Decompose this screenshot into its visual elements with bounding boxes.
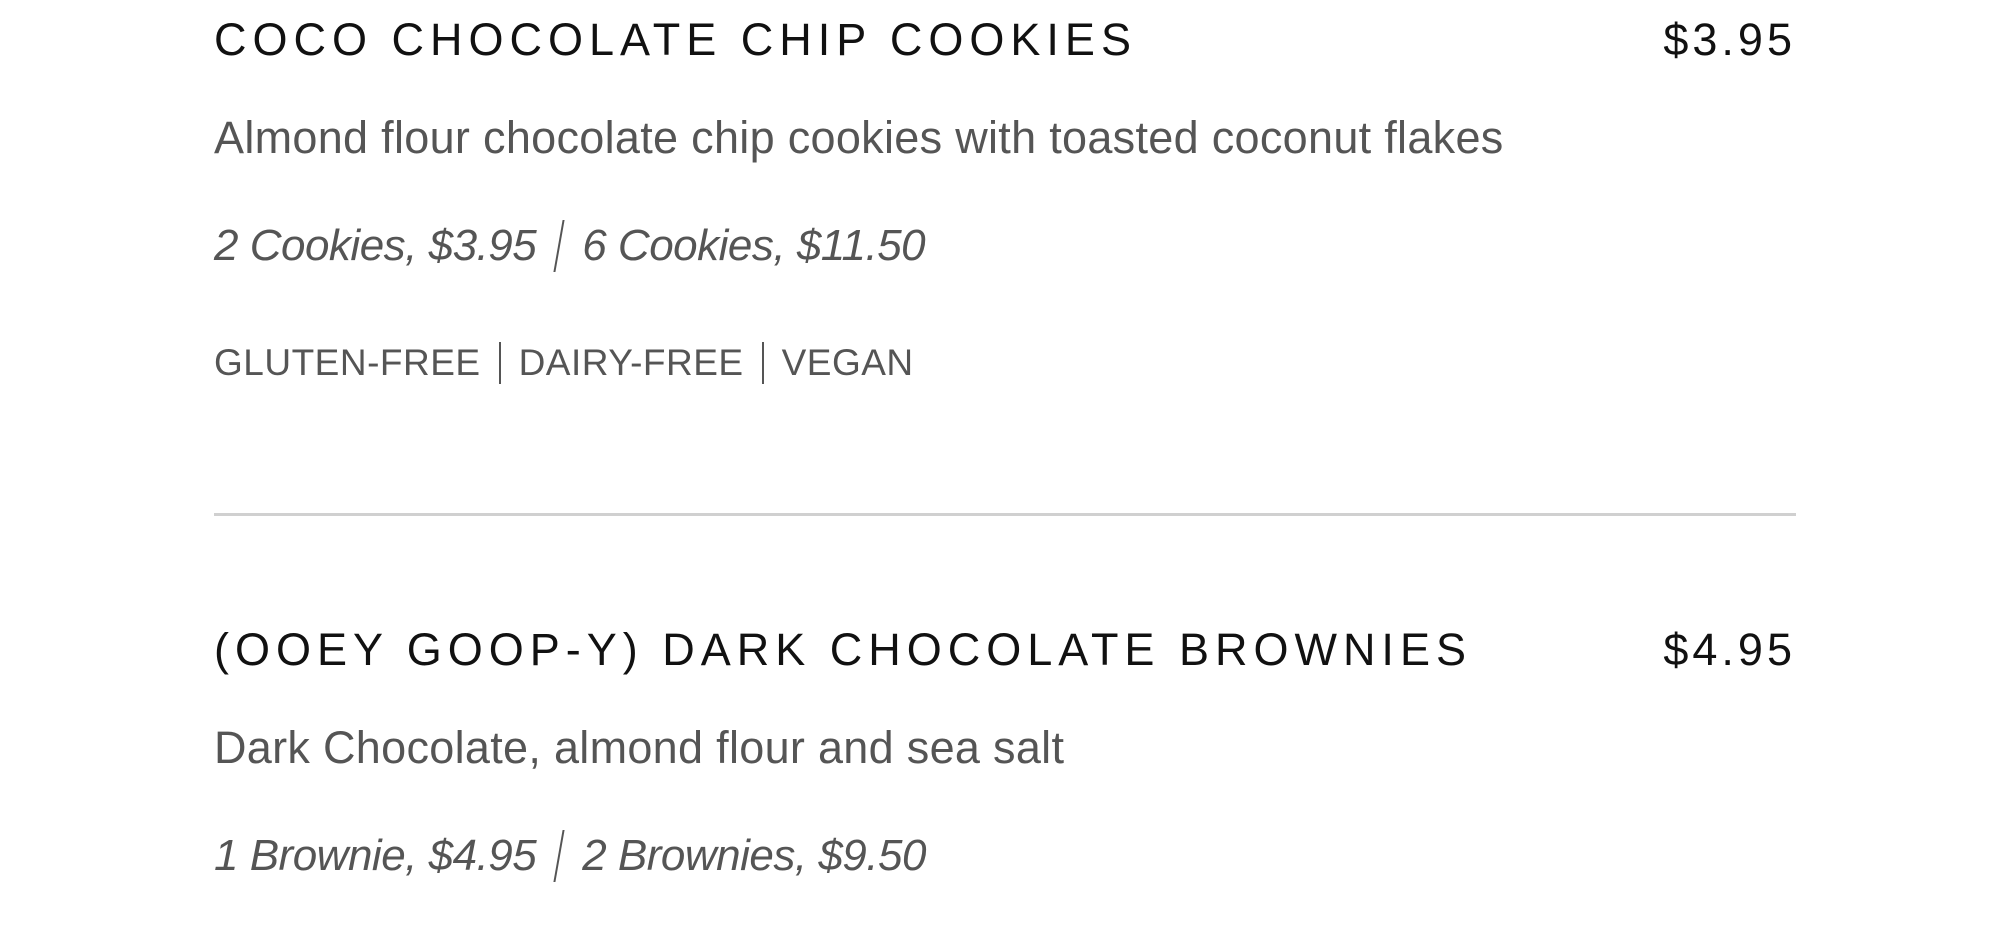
- item-option[interactable]: 2 Brownies, $9.50: [582, 831, 926, 881]
- option-separator: [553, 830, 565, 882]
- item-price: $4.95: [1663, 624, 1796, 675]
- item-price: $3.95: [1663, 14, 1796, 65]
- item-option[interactable]: 2 Cookies, $3.95: [214, 221, 537, 271]
- dietary-tags: GLUTEN-FREE DAIRY-FREE VEGAN: [214, 342, 914, 384]
- menu-item-dark-chocolate-brownies[interactable]: (OOEY GOOP-Y) DARK CHOCOLATE BROWNIES $4…: [214, 624, 1796, 882]
- item-header: COCO CHOCOLATE CHIP COOKIES $3.95: [214, 14, 1796, 66]
- section-divider: [214, 513, 1796, 516]
- option-separator: [553, 220, 565, 272]
- item-option[interactable]: 1 Brownie, $4.95: [214, 831, 537, 881]
- item-description: Dark Chocolate, almond flour and sea sal…: [214, 722, 1065, 773]
- item-option[interactable]: 6 Cookies, $11.50: [582, 221, 925, 271]
- item-name: COCO CHOCOLATE CHIP COOKIES: [214, 14, 1137, 65]
- tag-separator: [498, 342, 501, 384]
- item-header: (OOEY GOOP-Y) DARK CHOCOLATE BROWNIES $4…: [214, 624, 1796, 676]
- item-options: 2 Cookies, $3.95 6 Cookies, $11.50: [214, 220, 926, 272]
- dietary-tag: VEGAN: [781, 342, 914, 383]
- menu-item-coco-chocolate-chip-cookies[interactable]: COCO CHOCOLATE CHIP COOKIES $3.95 Almond…: [214, 14, 1796, 384]
- dietary-tag: DAIRY-FREE: [518, 342, 744, 383]
- item-description: Almond flour chocolate chip cookies with…: [214, 112, 1504, 163]
- item-options: 1 Brownie, $4.95 2 Brownies, $9.50: [214, 830, 926, 882]
- tag-separator: [761, 342, 764, 384]
- dietary-tag: GLUTEN-FREE: [214, 342, 481, 383]
- item-name: (OOEY GOOP-Y) DARK CHOCOLATE BROWNIES: [214, 624, 1472, 675]
